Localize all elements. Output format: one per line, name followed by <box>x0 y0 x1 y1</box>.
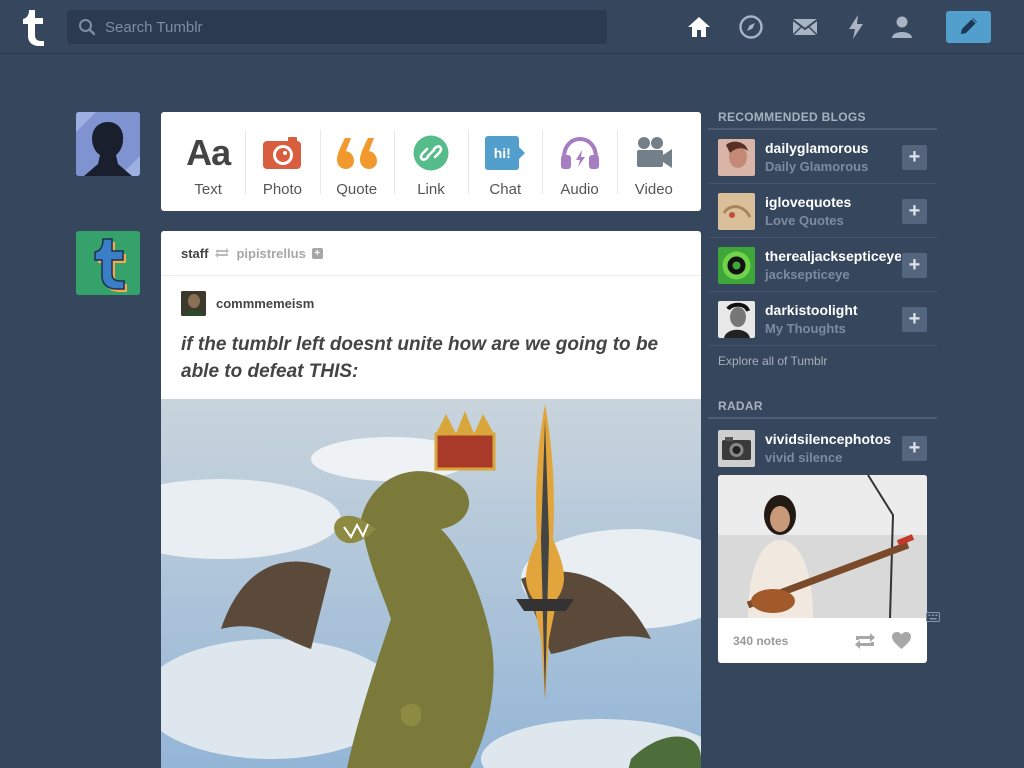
blog-avatar <box>718 301 755 338</box>
blog-avatar <box>718 247 755 284</box>
tumblr-logo-icon[interactable] <box>16 7 50 47</box>
post-video-label: Video <box>634 181 673 198</box>
chat-icon: hi! <box>468 130 542 176</box>
radar-post-photo[interactable] <box>718 475 927 618</box>
post-video-button[interactable]: Video <box>616 112 691 211</box>
blog-name[interactable]: dailyglamorous <box>765 140 901 156</box>
radar-title: RADAR <box>718 399 763 413</box>
explore-icon[interactable] <box>738 14 764 40</box>
post-photo-label: Photo <box>262 181 303 198</box>
headphones-icon <box>560 136 599 169</box>
author-name[interactable]: commmemeism <box>216 296 314 311</box>
search-input[interactable] <box>105 10 595 44</box>
post-photo-button[interactable]: Photo <box>245 112 319 211</box>
post-photo[interactable] <box>161 399 701 768</box>
radar-blog-item[interactable]: vividsilencephotos vivid silence + <box>708 421 937 475</box>
search-icon <box>79 19 96 36</box>
blog-avatar-photo-icon <box>718 139 755 176</box>
blog-title: My Thoughts <box>765 321 846 336</box>
radar-follow-button[interactable]: + <box>902 436 927 461</box>
post-title: if the tumblr left doesnt unite how are … <box>181 334 659 382</box>
video-camera-icon <box>636 137 672 168</box>
follow-button[interactable]: + <box>902 145 927 170</box>
recommended-blog-item[interactable]: dailyglamorous Daily Glamorous + <box>708 130 937 184</box>
post-quote-label: Quote <box>336 181 378 198</box>
post-audio-button[interactable]: Audio <box>542 112 616 211</box>
post-quote-button[interactable]: Quote <box>319 112 394 211</box>
post-author-avatar[interactable] <box>76 231 140 295</box>
author-thumbnail[interactable] <box>181 291 206 316</box>
camera-icon <box>263 137 302 169</box>
camera-photo-icon <box>718 430 755 467</box>
radar-blog-avatar <box>718 430 755 467</box>
reblog-icon <box>215 248 230 258</box>
keyboard-shortcuts-icon[interactable] <box>926 611 940 623</box>
blog-name[interactable]: therealjacksepticeye <box>765 248 901 264</box>
blog-title: Daily Glamorous <box>765 159 869 174</box>
blog-avatar <box>718 193 755 230</box>
recommended-blogs-title: RECOMMENDED BLOGS <box>718 110 866 124</box>
radar-blog-name[interactable]: vividsilencephotos <box>765 431 901 447</box>
follow-button[interactable]: + <box>902 253 927 278</box>
follow-button[interactable]: + <box>902 307 927 332</box>
post-chat-button[interactable]: hi! Chat <box>468 112 542 211</box>
link-icon <box>413 135 449 171</box>
post-chat-label: Chat <box>489 181 522 198</box>
user-avatar[interactable] <box>76 112 140 176</box>
post-link-button[interactable]: Link <box>393 112 468 211</box>
search-bar[interactable] <box>67 10 607 44</box>
compose-post-button[interactable] <box>946 11 991 43</box>
recommended-blog-item[interactable]: darkistoolight My Thoughts + <box>708 292 937 346</box>
dashboard-post: staff pipistrellus + commmemeism if the … <box>161 231 701 768</box>
recommended-blog-item[interactable]: iglovequotes Love Quotes + <box>708 184 937 238</box>
quote-icon <box>336 138 377 169</box>
text-icon: Aa <box>186 132 231 173</box>
blog-avatar <box>718 139 755 176</box>
blog-avatar-photo-icon <box>718 247 755 284</box>
post-header: staff pipistrellus + <box>161 231 701 276</box>
reblogger-name[interactable]: staff <box>181 246 208 261</box>
blog-name[interactable]: iglovequotes <box>765 194 901 210</box>
recommended-blog-item[interactable]: therealjacksepticeye jacksepticeye + <box>708 238 937 292</box>
post-author-row: commmemeism <box>161 276 701 316</box>
blog-name[interactable]: darkistoolight <box>765 302 901 318</box>
tumblr-staff-logo-icon <box>76 231 140 295</box>
like-heart-icon[interactable] <box>891 631 912 650</box>
blog-avatar-photo-icon <box>718 301 755 338</box>
post-link-label: Link <box>417 181 445 198</box>
author-photo-icon <box>181 291 206 316</box>
post-text-button[interactable]: Aa Text <box>171 112 245 211</box>
source-blog-name[interactable]: pipistrellus <box>236 246 305 261</box>
blog-avatar-photo-icon <box>718 193 755 230</box>
blog-title: jacksepticeye <box>765 267 850 282</box>
reblog-icon[interactable] <box>854 632 876 650</box>
default-avatar-icon <box>76 112 140 176</box>
post-audio-label: Audio <box>560 181 599 198</box>
post-text-label: Text <box>194 181 222 198</box>
pencil-icon <box>961 18 977 34</box>
radar-post-card[interactable]: 340 notes <box>718 475 927 663</box>
follow-button[interactable]: + <box>902 199 927 224</box>
blog-title: Love Quotes <box>765 213 844 228</box>
top-nav-bar <box>0 0 1024 54</box>
radar-divider <box>708 417 937 419</box>
follow-source-icon[interactable]: + <box>311 247 323 259</box>
activity-icon[interactable] <box>843 14 869 40</box>
radar-blog-title: vivid silence <box>765 450 843 465</box>
home-icon[interactable] <box>686 14 712 40</box>
account-icon[interactable] <box>889 14 915 40</box>
explore-link[interactable]: Explore all of Tumblr <box>718 354 827 368</box>
post-type-bar: Aa Text Photo Quote Link hi! Chat Audio … <box>161 112 701 211</box>
radar-notes-count[interactable]: 340 notes <box>733 634 788 648</box>
inbox-icon[interactable] <box>792 14 818 40</box>
